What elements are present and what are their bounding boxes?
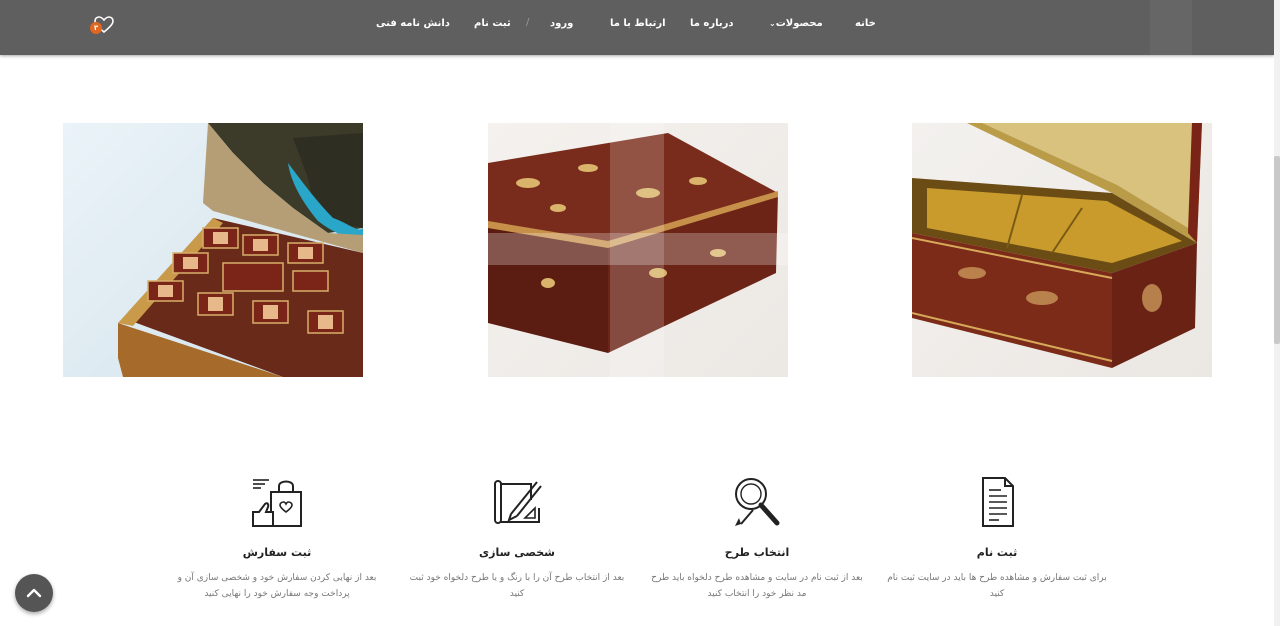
nav-tech-knowledge[interactable]: دانش نامه فنی [376, 18, 450, 29]
step-title: شخصی سازی [479, 546, 555, 559]
nav-divider: / [526, 17, 530, 28]
step-choose-design: انتخاب طرح بعد از ثبت نام در سایت و مشاه… [637, 474, 877, 602]
product-image-box-with-miniature-drawers[interactable] [63, 123, 363, 377]
header-background-image [1150, 0, 1192, 55]
step-place-order: ثبت سفارش بعد از نهایی کردن سفارش خود و … [157, 474, 397, 602]
step-title: ثبت سفارش [242, 546, 312, 559]
step-description: برای ثبت سفارش و مشاهده طرح ها باید در س… [887, 573, 1107, 599]
shopping-bag-icon [252, 479, 302, 527]
step-description: بعد از ثبت نام در سایت و مشاهده طرح دلخو… [651, 573, 863, 599]
chevron-up-icon [26, 588, 42, 598]
nav-contact[interactable]: ارتباط با ما [610, 18, 666, 29]
step-title: انتخاب طرح [724, 546, 790, 559]
step-personalize: شخصی سازی بعد از انتخاب طرح آن را با رنگ… [397, 474, 637, 602]
back-to-top-button[interactable] [15, 574, 53, 612]
document-icon [982, 477, 1014, 527]
wishlist-cart-button[interactable]: ۳ [90, 14, 114, 36]
nav-about[interactable]: درباره ما [690, 18, 734, 29]
cart-count-badge: ۳ [90, 22, 102, 34]
nav-products-label: محصولات [775, 18, 823, 29]
nav-signup[interactable]: ثبت نام [474, 18, 511, 29]
box-illustration [118, 123, 363, 377]
box-illustration [912, 123, 1202, 368]
page: ۳ دانش نامه فنی ثبت نام / ورود ارتباط با… [0, 0, 1280, 626]
top-navigation-bar: ۳ دانش نامه فنی ثبت نام / ورود ارتباط با… [0, 0, 1274, 55]
scrollbar-thumb[interactable] [1274, 156, 1280, 344]
box-illustration [488, 123, 788, 377]
scrollbar-track[interactable] [1274, 0, 1280, 626]
product-image-qatar-gold-lined-box[interactable] [912, 123, 1212, 377]
chevron-down-icon: ⌄ [769, 19, 776, 28]
step-signup: ثبت نام برای ثبت سفارش و مشاهده طرح ها ب… [877, 474, 1117, 602]
magnifier-icon [735, 478, 780, 526]
step-description: بعد از انتخاب طرح آن را با رنگ و یا طرح … [409, 573, 625, 599]
blueprint-pencil-icon [494, 480, 542, 524]
nav-products[interactable]: ⌄محصولات [766, 18, 823, 29]
nav-login[interactable]: ورود [550, 18, 573, 29]
product-image-lacquered-box-hunting-scene[interactable] [488, 123, 788, 377]
step-description: بعد از نهایی کردن سفارش خود و شخصی سازی … [177, 573, 377, 599]
nav-home[interactable]: خانه [855, 18, 876, 29]
step-title: ثبت نام [976, 546, 1018, 559]
